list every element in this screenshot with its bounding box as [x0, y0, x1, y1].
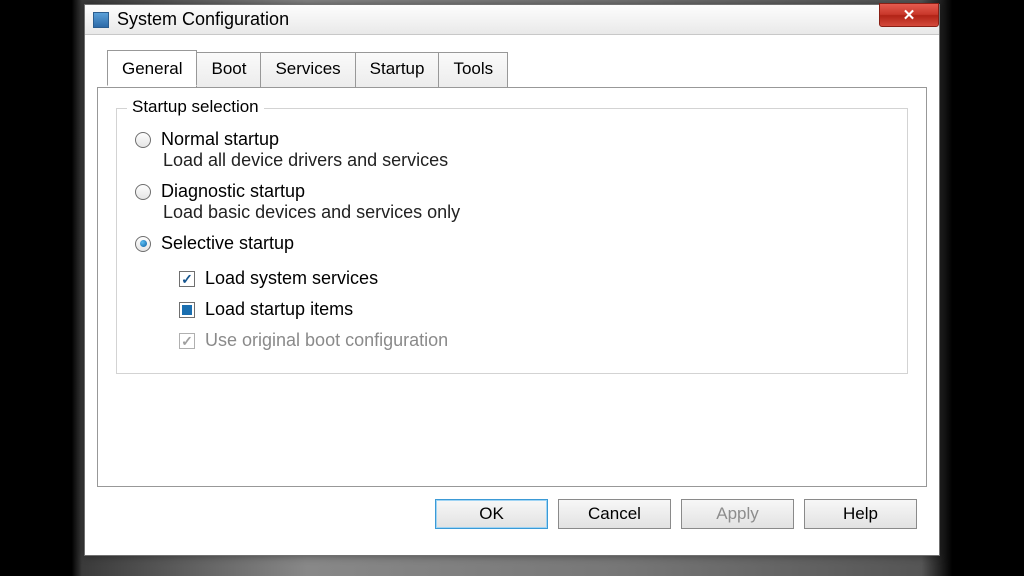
cancel-button[interactable]: Cancel [558, 499, 671, 529]
checkbox-label: Use original boot configuration [205, 330, 448, 351]
group-title: Startup selection [127, 97, 264, 117]
tab-general[interactable]: General [107, 50, 197, 86]
checkbox-load-system-services[interactable]: Load system services [179, 268, 889, 289]
radio-icon [135, 184, 151, 200]
startup-selection-group: Startup selection Normal startup Load al… [116, 108, 908, 374]
checkbox-use-original-boot: Use original boot configuration [179, 330, 889, 351]
radio-label: Normal startup [161, 129, 279, 150]
checkbox-label: Load startup items [205, 299, 353, 320]
close-icon: ✕ [903, 6, 916, 24]
radio-icon [135, 236, 151, 252]
tab-services[interactable]: Services [260, 52, 355, 88]
system-configuration-window: System Configuration ✕ General Boot Serv… [84, 4, 940, 556]
tab-boot[interactable]: Boot [196, 52, 261, 88]
window-title: System Configuration [117, 9, 289, 30]
radio-selective-startup[interactable]: Selective startup [135, 233, 889, 254]
diagnostic-startup-desc: Load basic devices and services only [163, 202, 889, 223]
checkbox-load-startup-items[interactable]: Load startup items [179, 299, 889, 320]
tabstrip: General Boot Services Startup Tools [97, 52, 927, 88]
checkbox-icon [179, 271, 195, 287]
radio-label: Selective startup [161, 233, 294, 254]
radio-normal-startup[interactable]: Normal startup [135, 129, 889, 150]
radio-label: Diagnostic startup [161, 181, 305, 202]
apply-button: Apply [681, 499, 794, 529]
tab-startup[interactable]: Startup [355, 52, 440, 88]
checkbox-icon [179, 302, 195, 318]
help-button[interactable]: Help [804, 499, 917, 529]
radio-diagnostic-startup[interactable]: Diagnostic startup [135, 181, 889, 202]
titlebar[interactable]: System Configuration ✕ [85, 5, 939, 35]
tab-panel-general: Startup selection Normal startup Load al… [97, 87, 927, 487]
close-button[interactable]: ✕ [879, 3, 939, 27]
tab-tools[interactable]: Tools [438, 52, 508, 88]
normal-startup-desc: Load all device drivers and services [163, 150, 889, 171]
checkbox-icon [179, 333, 195, 349]
checkbox-label: Load system services [205, 268, 378, 289]
app-icon [93, 12, 109, 28]
client-area: General Boot Services Startup Tools Star… [85, 35, 939, 555]
dialog-buttons: OK Cancel Apply Help [97, 487, 927, 543]
ok-button[interactable]: OK [435, 499, 548, 529]
radio-icon [135, 132, 151, 148]
